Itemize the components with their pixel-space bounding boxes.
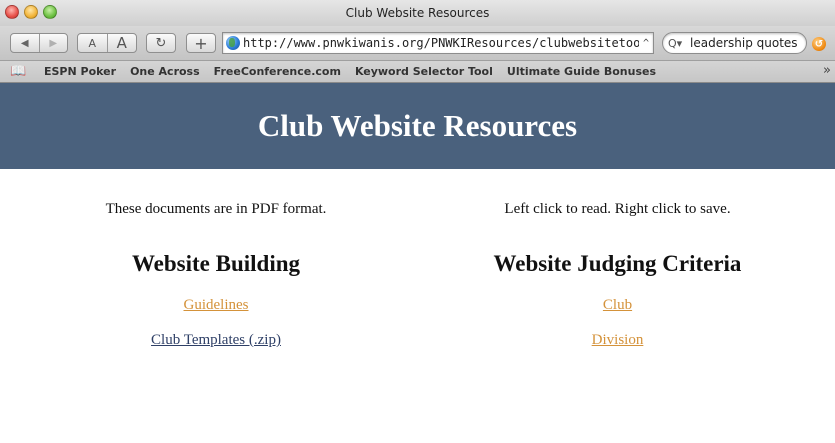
browser-window: Club Website Resources ◀ ▶ A A ↻ + http:… — [0, 0, 835, 443]
bookmarks-bar: 📖 ESPN Poker One Across FreeConference.c… — [0, 61, 835, 83]
forward-button[interactable]: ▶ — [38, 34, 68, 52]
website-building-heading: Website Building — [131, 251, 301, 276]
snapback-icon[interactable]: ↺ — [812, 37, 826, 51]
club-templates-link[interactable]: Club Templates (.zip) — [0, 332, 432, 349]
back-button[interactable]: ◀ — [11, 34, 39, 52]
judging-criteria-heading: Website Judging Criteria — [493, 251, 742, 276]
add-bookmark-button[interactable]: + — [186, 33, 216, 53]
window-title: Club Website Resources — [345, 6, 490, 20]
page-title: Club Website Resources — [257, 108, 578, 143]
text-size-control: A A — [77, 33, 137, 53]
guidelines-link[interactable]: Guidelines — [0, 297, 432, 314]
reload-button[interactable]: ↻ — [146, 33, 176, 53]
browser-toolbar: ◀ ▶ A A ↻ + http://www.pnwkiwanis.org/PN… — [0, 26, 835, 61]
bookmarks-book-icon[interactable]: 📖 — [10, 64, 26, 79]
title-bar: Club Website Resources — [0, 0, 835, 27]
search-field[interactable]: Q▾ leadership quotes — [662, 32, 807, 54]
text-bigger-button[interactable]: A — [106, 34, 137, 52]
page-content: These documents are in PDF format. Websi… — [0, 169, 835, 443]
click-instructions-note: Left click to read. Right click to save. — [504, 201, 731, 217]
bookmarks-list: ESPN Poker One Across FreeConference.com… — [44, 61, 670, 82]
search-input[interactable]: leadership quotes — [690, 36, 798, 50]
back-forward-control: ◀ ▶ — [10, 33, 68, 53]
bookmark-item[interactable]: Ultimate Guide Bonuses — [507, 65, 656, 78]
pdf-format-note: These documents are in PDF format. — [105, 201, 327, 217]
bookmark-item[interactable]: Keyword Selector Tool — [355, 65, 493, 78]
site-globe-icon — [226, 36, 240, 50]
snapback-caret-icon[interactable]: ^ — [639, 38, 653, 49]
division-criteria-link[interactable]: Division — [432, 332, 803, 349]
page-banner: Club Website Resources — [0, 83, 835, 169]
bookmark-item[interactable]: One Across — [130, 65, 200, 78]
address-bar-text[interactable]: http://www.pnwkiwanis.org/PNWKIResources… — [243, 36, 639, 50]
bookmarks-overflow-icon[interactable]: » — [823, 63, 831, 78]
text-smaller-button[interactable]: A — [78, 34, 107, 52]
address-bar[interactable]: http://www.pnwkiwanis.org/PNWKIResources… — [222, 32, 654, 54]
search-icon[interactable]: Q▾ — [663, 37, 690, 50]
club-criteria-link[interactable]: Club — [432, 297, 803, 314]
bookmark-item[interactable]: ESPN Poker — [44, 65, 116, 78]
bookmark-item[interactable]: FreeConference.com — [214, 65, 341, 78]
